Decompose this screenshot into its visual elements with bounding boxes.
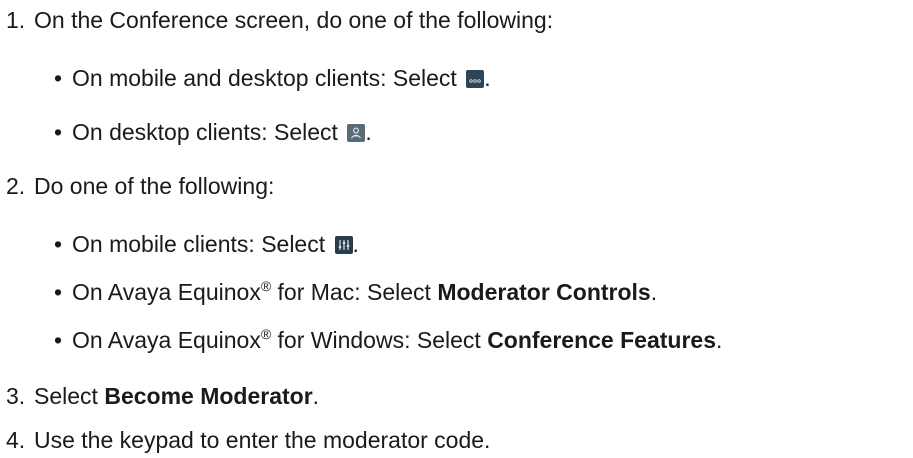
step-2-bullet-1: • On mobile clients: Select . [54, 230, 359, 258]
more-options-icon [466, 70, 485, 88]
bullet-text: On mobile and desktop clients: Select [72, 65, 464, 91]
step-number: 2. [6, 173, 26, 199]
bullet-text-mid: for Windows: Select [271, 327, 488, 353]
bullet-text: On Avaya Equinox [72, 327, 261, 353]
step-1-bullet-2: • On desktop clients: Select . [54, 118, 372, 146]
step-number: 3. [6, 383, 26, 409]
step-1-bullet-1: • On mobile and desktop clients: Select . [54, 64, 491, 92]
bullet-marker: • [54, 327, 63, 353]
bullet-period: . [365, 119, 372, 145]
bullet-marker: • [54, 65, 63, 91]
bullet-text: On mobile clients: Select [72, 231, 332, 257]
step-text: On the Conference screen, do one of the … [34, 7, 554, 33]
step-text: Do one of the following: [34, 173, 275, 199]
step-text: Use the keypad to enter the moderator co… [34, 427, 491, 453]
step-2: 2. Do one of the following: [6, 172, 274, 200]
participants-icon [347, 124, 366, 142]
bullet-period: . [716, 327, 723, 353]
bullet-period: . [352, 231, 359, 257]
step-2-bullet-2: • On Avaya Equinox® for Mac: Select Moder… [54, 278, 657, 306]
bullet-period: . [650, 279, 658, 305]
ui-term: Moderator Controls [437, 279, 651, 305]
step-2-bullet-3: • On Avaya Equinox® for Windows: Select C… [54, 326, 722, 354]
step-3: 3. Select Become Moderator. [6, 382, 319, 410]
ui-term: Conference Features [487, 327, 716, 353]
registered-mark: ® [260, 278, 272, 294]
bullet-marker: • [54, 119, 63, 145]
step-number: 1. [6, 7, 26, 33]
moderator-controls-icon [334, 236, 353, 254]
bullet-marker: • [54, 231, 63, 257]
step-period: . [312, 383, 320, 409]
registered-mark: ® [260, 326, 272, 342]
step-text: Select [34, 383, 105, 409]
bullet-text: On Avaya Equinox [72, 279, 261, 305]
ui-term: Become Moderator [104, 383, 313, 409]
bullet-text: On desktop clients: Select [72, 119, 345, 145]
bullet-period: . [484, 65, 491, 91]
step-1: 1. On the Conference screen, do one of th… [6, 6, 553, 34]
step-4: 4. Use the keypad to enter the moderator … [6, 426, 490, 454]
step-number: 4. [6, 427, 26, 453]
bullet-text-mid: for Mac: Select [271, 279, 438, 305]
bullet-marker: • [54, 279, 63, 305]
